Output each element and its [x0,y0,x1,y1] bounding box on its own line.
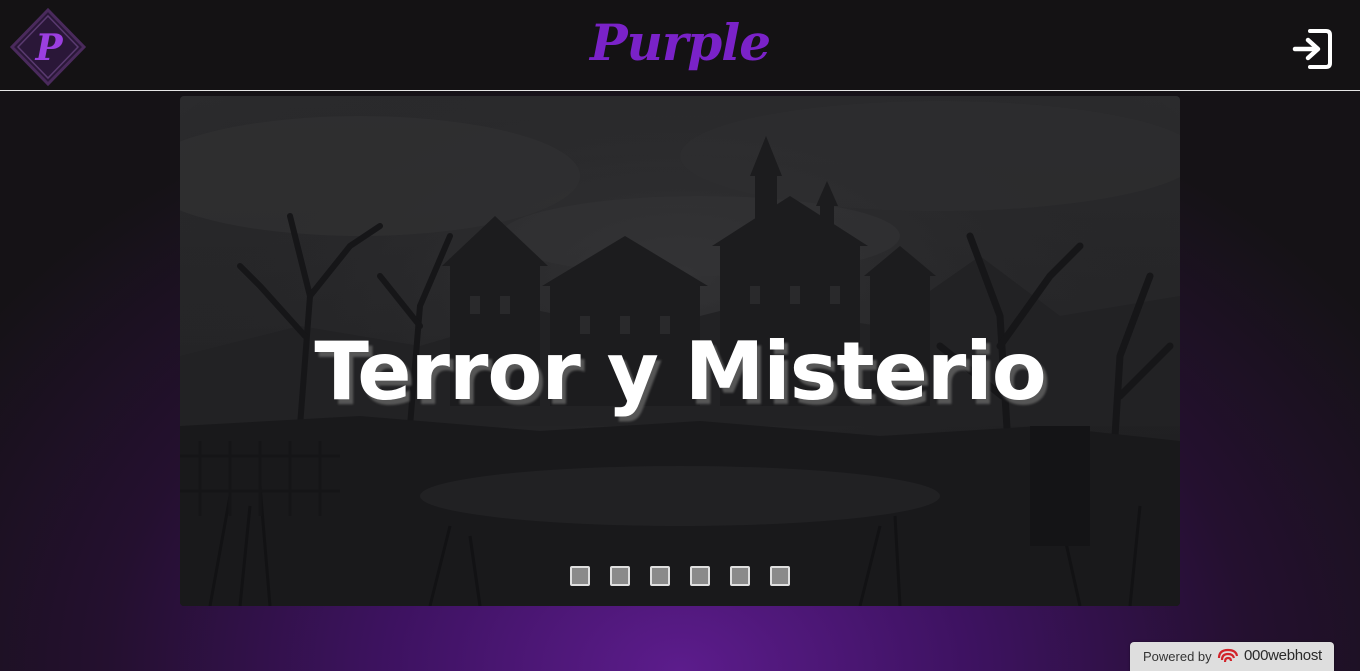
powered-by-label: Powered by [1143,649,1212,664]
sign-in-icon [1292,29,1332,69]
top-header: P Purple [0,0,1360,91]
slider-dot-6[interactable] [770,566,790,586]
hero-slider[interactable]: Terror y Misterio [180,96,1180,606]
slider-dot-2[interactable] [610,566,630,586]
powered-by-badge[interactable]: Powered by 000webhost [1130,642,1334,671]
login-button[interactable] [1290,28,1334,70]
slider-dot-4[interactable] [690,566,710,586]
brand-title: Purple [589,13,771,72]
slide-title: Terror y Misterio [314,325,1046,418]
000webhost-logo-icon [1217,648,1239,663]
powered-by-brand: 000webhost [1244,647,1322,664]
slider-dot-3[interactable] [650,566,670,586]
slider-dot-1[interactable] [570,566,590,586]
slider-dot-5[interactable] [730,566,750,586]
slider-pagination [568,566,792,588]
